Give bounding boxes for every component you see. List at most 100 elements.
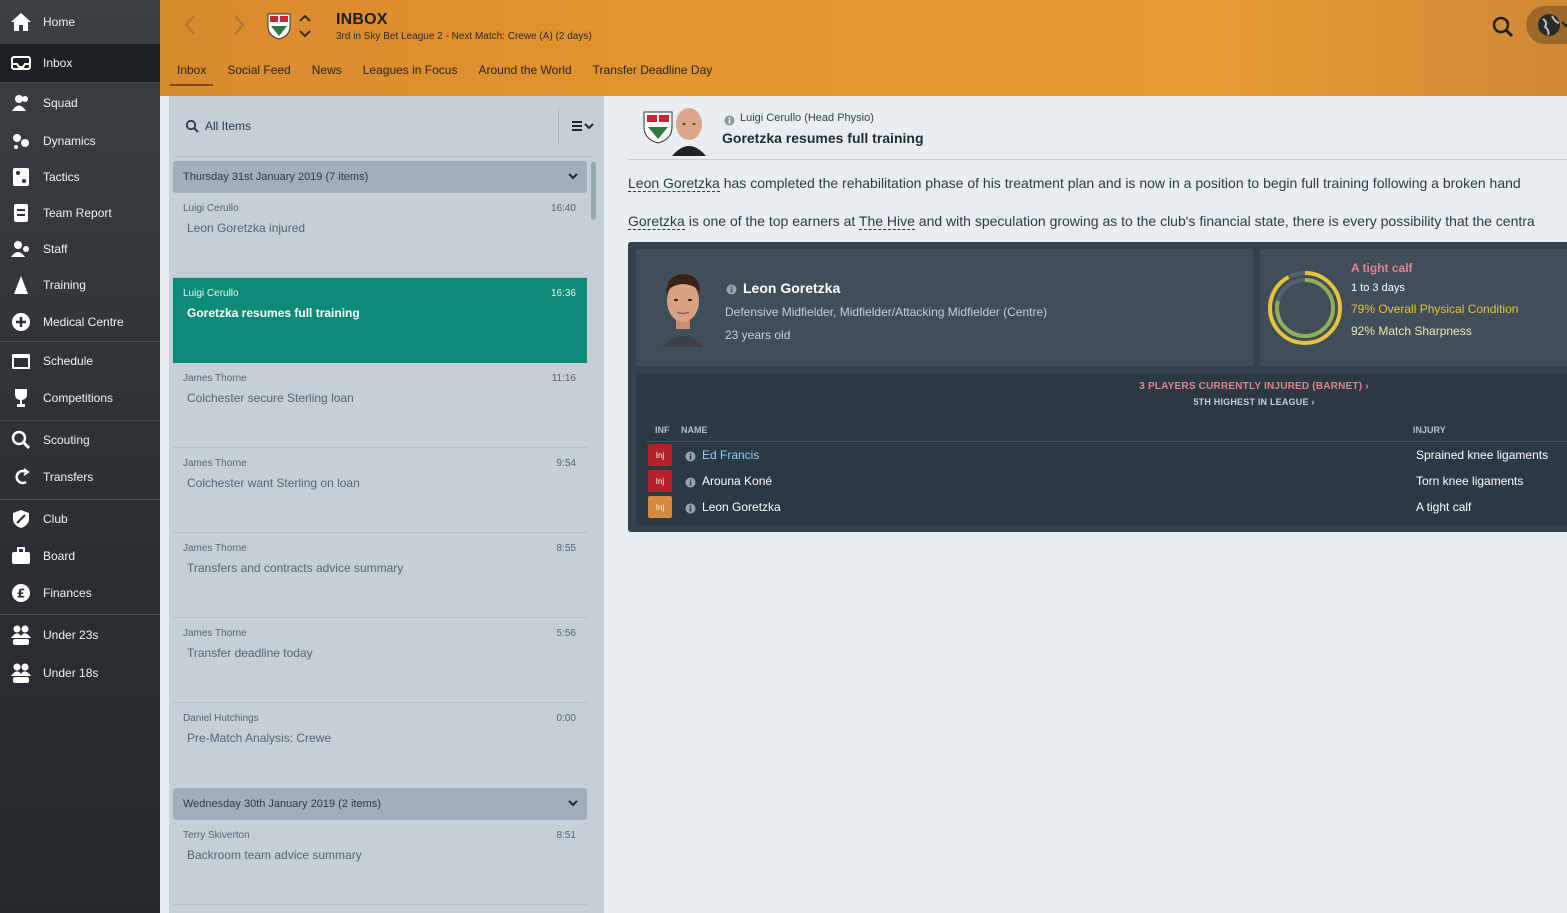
sidebar-item-home[interactable]: Home: [0, 0, 160, 44]
message-time: 16:36: [550, 288, 576, 299]
injury-badge: Inj: [648, 496, 672, 518]
scouting-icon: [10, 429, 32, 451]
info-icon[interactable]: [685, 501, 696, 519]
tab-social-feed[interactable]: Social Feed: [220, 58, 297, 86]
message-paragraph: Goretzka is one of the top earners at Th…: [628, 213, 1535, 230]
sidebar-item-label: Under 18s: [43, 666, 99, 680]
sidebar-item-scouting[interactable]: Scouting: [0, 421, 160, 459]
filter-label: All Items: [205, 119, 252, 133]
forward-button[interactable]: [224, 10, 254, 40]
sidebar-item-label: Tactics: [43, 170, 80, 184]
group-header-label: Thursday 31st January 2019 (7 items): [183, 171, 369, 183]
sidebar-item-label: Scouting: [43, 433, 90, 447]
message-sender: James Thorne: [183, 628, 247, 639]
message-paragraph: Leon Goretzka has completed the rehabili…: [628, 175, 1521, 192]
table-row[interactable]: Inj Arouna Koné Torn knee ligaments: [636, 469, 1567, 495]
sidebar-item-label: Transfers: [43, 470, 94, 484]
player-link[interactable]: Leon Goretzka: [628, 175, 720, 192]
sidebar-item-finances[interactable]: £ Finances: [0, 574, 160, 612]
message-subject: Goretzka resumes full training: [187, 306, 360, 320]
sidebar-item-tactics[interactable]: Tactics: [0, 159, 160, 195]
tab-around-the-world[interactable]: Around the World: [471, 58, 578, 86]
message-item[interactable]: Terry Skiverton 8:51 Backroom team advic…: [173, 820, 587, 905]
sidebar-item-club[interactable]: Club: [0, 500, 160, 538]
group-header-label: Wednesday 30th January 2019 (2 items): [183, 798, 381, 810]
player-name[interactable]: Leon Goretzka: [743, 280, 840, 296]
sidebar-item-staff[interactable]: Staff: [0, 231, 160, 267]
message-sender: Luigi Cerullo: [183, 203, 239, 214]
player-name[interactable]: Ed Francis: [702, 448, 759, 462]
sidebar-item-board[interactable]: Board: [0, 538, 160, 574]
stadium-link[interactable]: The Hive: [858, 213, 915, 230]
injury-badge: Inj: [648, 444, 672, 466]
club-badge-icon[interactable]: [266, 12, 292, 40]
globe-icon: [1538, 14, 1567, 36]
sidebar-item-under-18s[interactable]: Under 18s: [0, 655, 160, 691]
list-scrollbar[interactable]: [591, 162, 596, 220]
sidebar-item-under-23s[interactable]: Under 23s: [0, 615, 160, 655]
message-item[interactable]: Daniel Hutchings 0:00 Pre-Match Analysis…: [173, 703, 587, 788]
globe-button[interactable]: [1526, 6, 1567, 44]
chevron-left-icon: [184, 15, 195, 35]
column-header-injury[interactable]: INJURY: [1413, 425, 1446, 435]
match-sharpness: 92% Match Sharpness: [1351, 324, 1472, 338]
club-icon: [10, 508, 32, 530]
sidebar-item-training[interactable]: Training: [0, 267, 160, 303]
club-switch-icon[interactable]: [298, 12, 312, 40]
tab-leagues-in-focus[interactable]: Leagues in Focus: [356, 58, 465, 86]
sidebar-item-medical-centre[interactable]: Medical Centre: [0, 303, 160, 341]
chevron-down-icon: [568, 800, 578, 807]
info-icon[interactable]: [724, 113, 735, 131]
table-row[interactable]: Inj Ed Francis Sprained knee ligaments: [636, 443, 1567, 469]
message-sender: James Thorne: [183, 543, 247, 554]
search-button[interactable]: [1490, 14, 1516, 40]
staff-icon: [10, 238, 32, 260]
info-icon[interactable]: [685, 475, 696, 493]
tab-inbox[interactable]: Inbox: [170, 58, 214, 86]
info-icon[interactable]: [726, 282, 737, 300]
message-item-selected[interactable]: Luigi Cerullo 16:36 Goretzka resumes ful…: [173, 278, 587, 363]
player-name[interactable]: Arouna Koné: [702, 474, 772, 488]
sidebar-item-inbox[interactable]: Inbox: [0, 44, 160, 82]
under-23s-icon: [10, 624, 32, 646]
player-card[interactable]: Leon Goretzka Defensive Midfielder, Midf…: [636, 249, 1253, 366]
group-header[interactable]: Thursday 31st January 2019 (7 items): [173, 161, 587, 193]
back-button[interactable]: [175, 10, 205, 40]
player-link[interactable]: Goretzka: [628, 213, 685, 230]
sidebar-item-dynamics[interactable]: Dynamics: [0, 123, 160, 159]
group-header[interactable]: Wednesday 30th January 2019 (2 items): [173, 788, 587, 820]
column-header-name[interactable]: NAME: [681, 425, 708, 435]
sidebar-item-transfers[interactable]: Transfers: [0, 459, 160, 495]
transfers-icon: [10, 466, 32, 488]
info-icon[interactable]: [685, 449, 696, 467]
message-item[interactable]: James Thorne 8:55 Transfers and contract…: [173, 533, 587, 618]
message-item[interactable]: James Thorne 11:16 Colchester secure Ste…: [173, 363, 587, 448]
column-header-inf[interactable]: INF: [655, 425, 670, 435]
tab-transfer-deadline-day[interactable]: Transfer Deadline Day: [586, 58, 720, 86]
tab-news[interactable]: News: [305, 58, 349, 86]
message-item[interactable]: James Thorne 9:54 Colchester want Sterli…: [173, 448, 587, 533]
injured-count-link[interactable]: 3 PLAYERS CURRENTLY INJURED (BARNET) ›: [636, 381, 1567, 392]
message-item[interactable]: James Thorne 5:56 Transfer deadline toda…: [173, 618, 587, 703]
table-row[interactable]: Inj Leon Goretzka A tight calf: [636, 495, 1567, 521]
sender-avatar[interactable]: [668, 104, 710, 156]
sidebar-item-squad[interactable]: Squad: [0, 83, 160, 123]
sidebar-item-team-report[interactable]: Team Report: [0, 195, 160, 231]
sidebar-item-competitions[interactable]: Competitions: [0, 380, 160, 416]
league-rank-link[interactable]: 5TH HIGHEST IN LEAGUE ›: [636, 397, 1567, 407]
under-18s-icon: [10, 662, 32, 684]
chevron-down-icon: [568, 173, 578, 180]
trophy-icon: [10, 387, 32, 409]
list-menu-button[interactable]: [567, 114, 599, 138]
page-title: INBOX: [336, 11, 388, 28]
chevron-right-icon: [234, 15, 245, 35]
inbox-icon: [10, 52, 32, 74]
message-subject: Colchester want Sterling on loan: [187, 476, 360, 490]
sidebar-item-schedule[interactable]: Schedule: [0, 342, 160, 380]
player-age: 23 years old: [725, 328, 791, 342]
message-item[interactable]: Luigi Cerullo 16:40 Leon Goretzka injure…: [173, 193, 587, 278]
player-name[interactable]: Leon Goretzka: [702, 500, 781, 514]
message-from[interactable]: Luigi Cerullo (Head Physio): [740, 112, 874, 124]
filter-input[interactable]: All Items: [175, 108, 559, 144]
schedule-icon: [10, 350, 32, 372]
